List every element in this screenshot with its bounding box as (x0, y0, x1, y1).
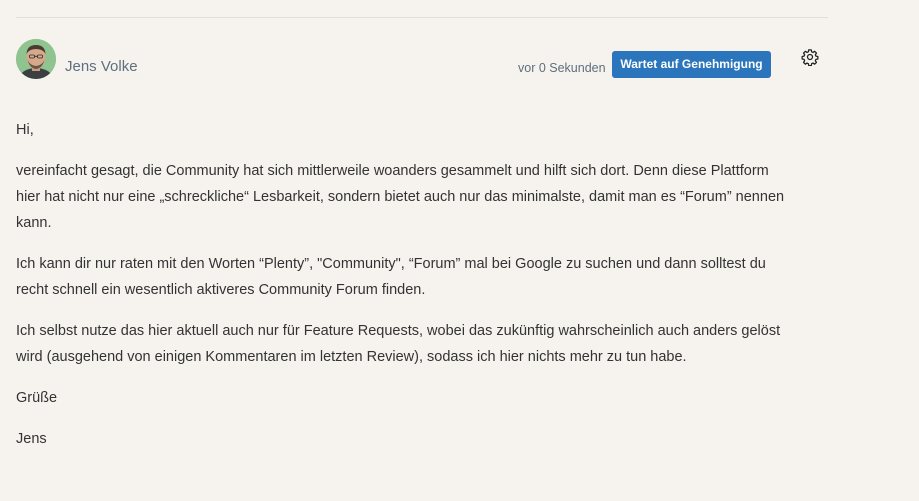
user-avatar[interactable] (16, 39, 56, 79)
post-body: Hi, vereinfacht gesagt, die Community ha… (16, 117, 786, 467)
post-paragraph: Jens (16, 431, 47, 447)
post-timestamp[interactable]: vor 0 Sekunden (518, 61, 606, 75)
user-avatar-image (16, 39, 56, 79)
post-paragraph: Ich selbst nutze das hier aktuell auch n… (16, 323, 781, 365)
author-name[interactable]: Jens Volke (65, 58, 138, 75)
post-paragraph: vereinfacht gesagt, die Community hat si… (16, 163, 785, 231)
post-paragraph: Grüße (16, 390, 58, 406)
post-header: Jens Volke vor 0 Sekunden Wartet auf Gen… (16, 38, 828, 82)
post-paragraph: Ich kann dir nur raten mit den Worten “P… (16, 256, 766, 298)
status-badge: Wartet auf Genehmigung (612, 51, 771, 78)
gear-icon (801, 49, 819, 66)
settings-button[interactable] (801, 48, 819, 66)
post-divider (16, 17, 828, 18)
post-paragraph: Hi, (16, 122, 34, 138)
